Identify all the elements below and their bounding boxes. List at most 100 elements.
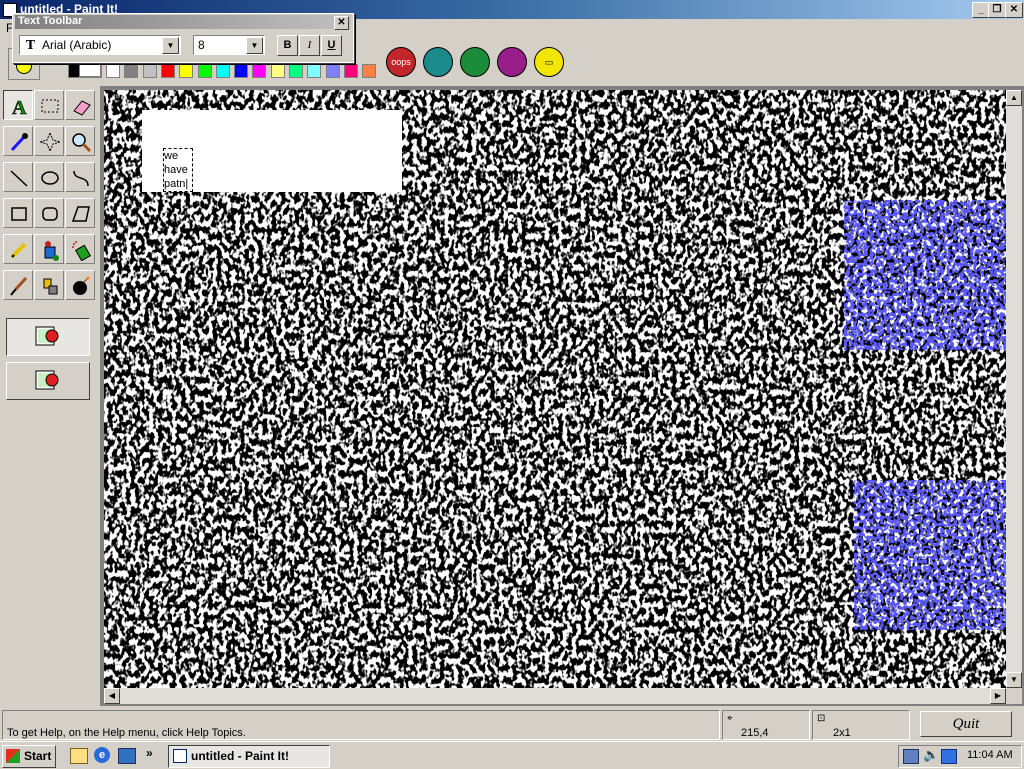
- status-size: 2x1: [833, 727, 851, 739]
- oops-button[interactable]: oops: [386, 47, 416, 77]
- quick-launch-icon[interactable]: [118, 748, 136, 764]
- magnifier-icon: [72, 133, 92, 153]
- toolbox: A: [0, 86, 101, 422]
- palette-color-swatch[interactable]: [289, 64, 303, 78]
- star-select-icon: [39, 131, 61, 153]
- palette-color-swatch[interactable]: [198, 64, 212, 78]
- font-name-value: Arial (Arabic): [42, 38, 112, 52]
- text-tool[interactable]: A: [3, 90, 33, 120]
- quick-launch-chevron[interactable]: »: [146, 746, 153, 760]
- volume-icon[interactable]: 🔈: [923, 747, 939, 763]
- palette-color-swatch[interactable]: [307, 64, 321, 78]
- opaque-shape-icon: [35, 326, 59, 346]
- text-toolbar-titlebar[interactable]: Text Toolbar ✕: [15, 15, 351, 30]
- paint-bucket-tool[interactable]: [34, 234, 64, 264]
- underline-button[interactable]: U: [321, 35, 342, 56]
- start-button[interactable]: Start: [2, 745, 56, 768]
- secondary-color-swatch[interactable]: [79, 63, 101, 77]
- network-icon[interactable]: [903, 749, 919, 764]
- curve-tool[interactable]: [65, 162, 95, 192]
- status-coords: 215,4: [741, 727, 769, 739]
- palette-color-swatch[interactable]: [106, 64, 120, 78]
- palette-color-swatch[interactable]: [344, 64, 358, 78]
- line-icon: [10, 170, 28, 187]
- show-desktop-icon[interactable]: [70, 748, 88, 764]
- quit-button[interactable]: Quit: [920, 711, 1012, 737]
- rounded-rectangle-tool[interactable]: [34, 198, 64, 228]
- clock[interactable]: 11:04 AM: [967, 749, 1013, 761]
- palette-color-swatch[interactable]: [362, 64, 376, 78]
- spray-can-icon: [72, 241, 92, 261]
- tray-app-icon[interactable]: [941, 749, 957, 764]
- stamp-icon: [43, 278, 58, 295]
- status-size-panel: ⊡ 2x1: [812, 710, 910, 740]
- eraser-icon: [73, 100, 91, 116]
- palette-color-swatch[interactable]: [252, 64, 266, 78]
- palette-color-swatch[interactable]: [216, 64, 230, 78]
- close-button[interactable]: ✕: [1005, 2, 1023, 18]
- transparent-shape-icon: [35, 370, 59, 390]
- palette-color-swatch[interactable]: [234, 64, 248, 78]
- polygon-tool[interactable]: [65, 198, 95, 228]
- text-input-area[interactable]: we have patn|: [163, 148, 193, 192]
- paint-bucket-icon: [44, 241, 59, 261]
- bomb-tool[interactable]: [65, 270, 95, 300]
- italic-button[interactable]: I: [299, 35, 320, 56]
- paint-app-icon: [173, 749, 187, 763]
- action-button[interactable]: ▭: [534, 47, 564, 77]
- restore-button[interactable]: ❐: [988, 2, 1006, 18]
- palette-color-swatch[interactable]: [271, 64, 285, 78]
- taskbar-app-label: untitled - Paint It!: [191, 749, 289, 763]
- palette-color-swatch[interactable]: [143, 64, 157, 78]
- text-toolbar-title: Text Toolbar: [18, 15, 83, 27]
- horizontal-scrollbar[interactable]: ◀ ▶: [104, 688, 1006, 704]
- size-icon: ⊡: [817, 713, 826, 724]
- action-button[interactable]: [497, 47, 527, 77]
- start-label: Start: [24, 749, 52, 763]
- palette-color-swatch[interactable]: [179, 64, 193, 78]
- zoom-tool[interactable]: [65, 126, 95, 156]
- opaque-mode-button[interactable]: [6, 318, 90, 356]
- polygon-icon: [71, 206, 90, 222]
- pencil-tool[interactable]: [3, 234, 33, 264]
- eraser-tool[interactable]: [65, 90, 95, 120]
- select-tool[interactable]: [34, 90, 64, 120]
- scroll-down-button[interactable]: ▼: [1006, 672, 1022, 688]
- transparent-mode-button[interactable]: [6, 362, 90, 400]
- action-button[interactable]: [423, 47, 453, 77]
- chevron-down-icon[interactable]: ▼: [246, 37, 263, 54]
- spray-tool[interactable]: [65, 234, 95, 264]
- font-size-select[interactable]: 8 ▼: [193, 35, 265, 55]
- dashed-rectangle-icon: [41, 99, 59, 113]
- bomb-icon: [73, 276, 90, 295]
- free-select-tool[interactable]: [34, 126, 64, 156]
- scroll-up-button[interactable]: ▲: [1006, 90, 1022, 106]
- internet-explorer-icon[interactable]: e: [94, 747, 110, 763]
- vertical-scrollbar[interactable]: ▲ ▼: [1006, 90, 1022, 688]
- font-name-select[interactable]: T Arial (Arabic) ▼: [19, 35, 181, 55]
- scroll-left-button[interactable]: ◀: [104, 688, 120, 704]
- line-tool[interactable]: [3, 162, 33, 192]
- ellipse-icon: [41, 171, 59, 185]
- font-size-value: 8: [198, 38, 205, 52]
- chevron-down-icon[interactable]: ▼: [162, 37, 179, 54]
- palette-color-swatch[interactable]: [161, 64, 175, 78]
- brush-tool[interactable]: [3, 270, 33, 300]
- rectangle-icon: [11, 207, 27, 221]
- palette-color-swatch[interactable]: [326, 64, 340, 78]
- status-coords-panel: ⌖ 215,4: [722, 710, 810, 740]
- text-a-icon: A: [12, 97, 28, 117]
- eyedropper-tool[interactable]: [3, 126, 33, 156]
- taskbar-app-button[interactable]: untitled - Paint It!: [168, 745, 330, 768]
- stamp-tool[interactable]: [34, 270, 64, 300]
- bold-button[interactable]: B: [277, 35, 298, 56]
- text-toolbar-close-button[interactable]: ✕: [334, 16, 349, 30]
- ellipse-tool[interactable]: [34, 162, 64, 192]
- scroll-right-button[interactable]: ▶: [990, 688, 1006, 704]
- rectangle-tool[interactable]: [3, 198, 33, 228]
- palette-color-swatch[interactable]: [124, 64, 138, 78]
- status-help-panel: To get Help, on the Help menu, click Hel…: [2, 710, 720, 740]
- status-bar: To get Help, on the Help menu, click Hel…: [0, 708, 1024, 740]
- brush-icon: [10, 276, 28, 296]
- action-button[interactable]: [460, 47, 490, 77]
